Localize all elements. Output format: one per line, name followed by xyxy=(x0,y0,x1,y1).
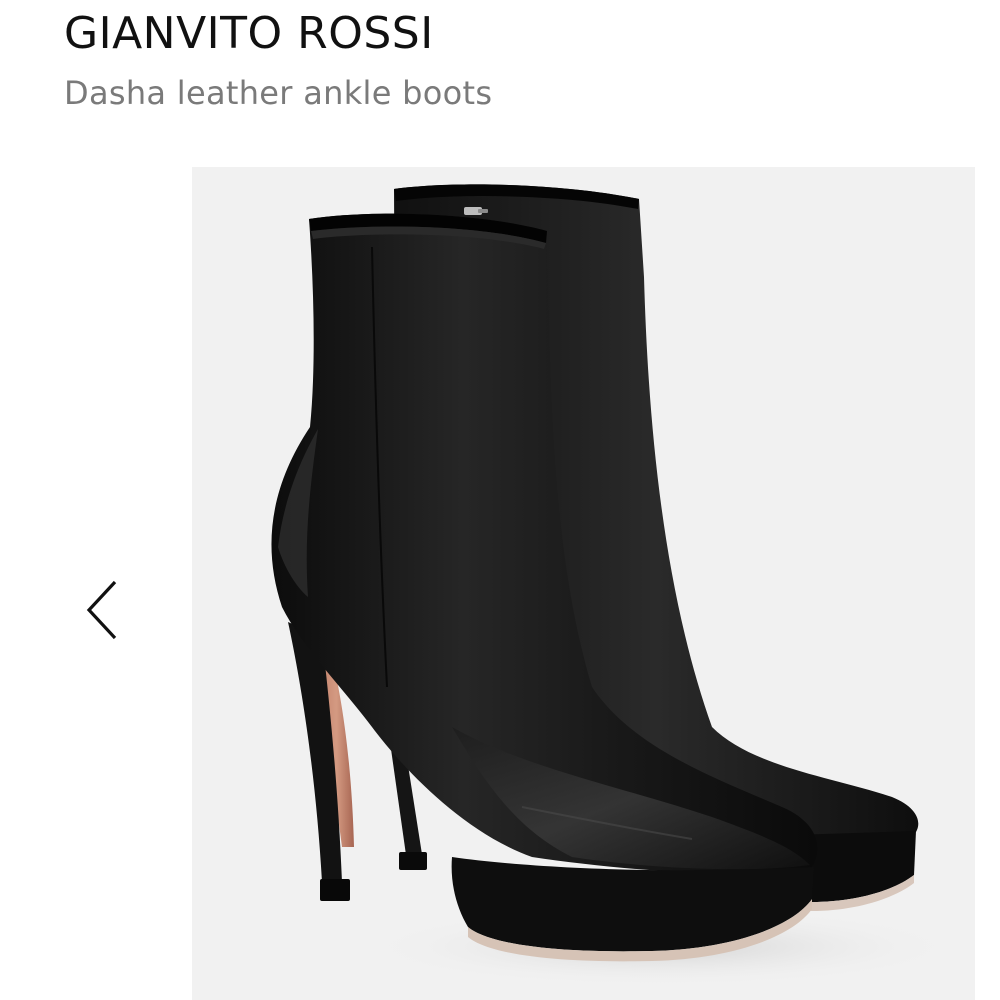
product-image xyxy=(271,184,962,987)
product-title: Dasha leather ankle boots xyxy=(64,74,493,112)
product-page: GIANVITO ROSSI Dasha leather ankle boots xyxy=(0,0,1000,1000)
carousel-prev-button[interactable] xyxy=(78,572,128,648)
product-image-gallery[interactable] xyxy=(192,167,975,1000)
chevron-left-icon xyxy=(86,580,117,640)
brand-name[interactable]: GIANVITO ROSSI xyxy=(64,8,434,59)
